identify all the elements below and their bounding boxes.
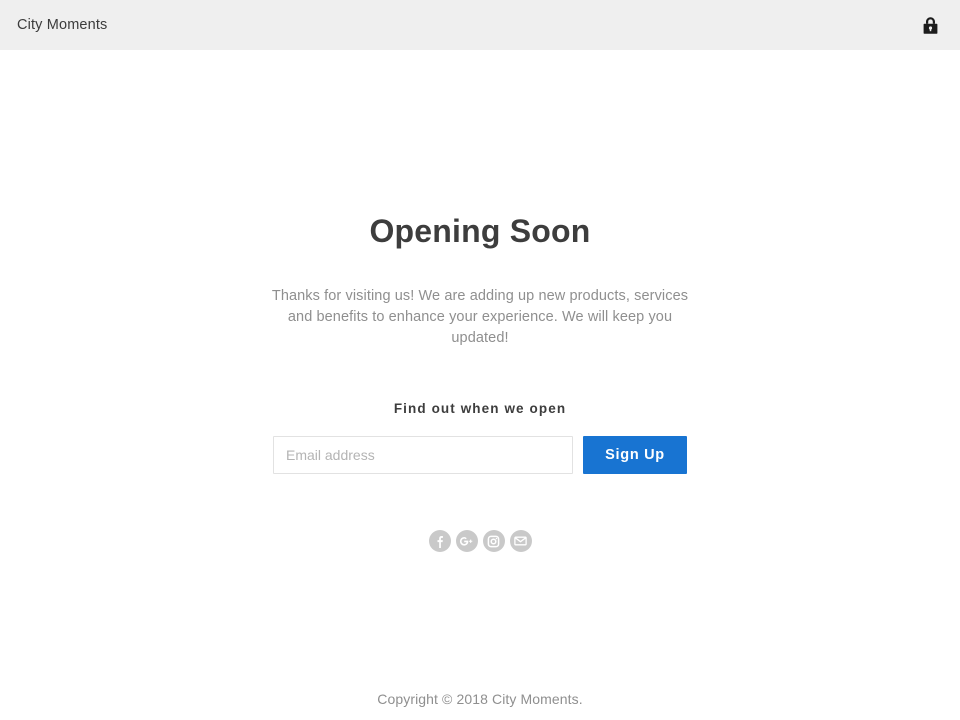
- signup-button[interactable]: Sign Up: [583, 436, 687, 475]
- signup-heading: Find out when we open: [393, 401, 567, 417]
- page-title: Opening Soon: [369, 213, 591, 249]
- site-header: City Moments: [0, 0, 960, 50]
- opening-soon-block: Opening Soon Thanks for visiting us! We …: [0, 50, 960, 553]
- main-content: Opening Soon Thanks for visiting us! We …: [0, 50, 960, 720]
- social-links: [0, 530, 960, 553]
- facebook-icon[interactable]: [428, 530, 451, 553]
- instagram-icon[interactable]: [482, 530, 505, 553]
- brand-title: City Moments: [17, 16, 108, 33]
- lock-icon[interactable]: [918, 13, 942, 37]
- google-plus-icon[interactable]: [455, 530, 478, 553]
- copyright-text: Copyright © 2018 City Moments.: [377, 691, 583, 707]
- intro-paragraph: Thanks for visiting us! We are adding up…: [271, 288, 689, 347]
- email-input[interactable]: [273, 436, 573, 475]
- signup-form: Sign Up: [0, 436, 960, 475]
- site-footer: Copyright © 2018 City Moments.: [0, 678, 960, 720]
- email-icon[interactable]: [509, 530, 532, 553]
